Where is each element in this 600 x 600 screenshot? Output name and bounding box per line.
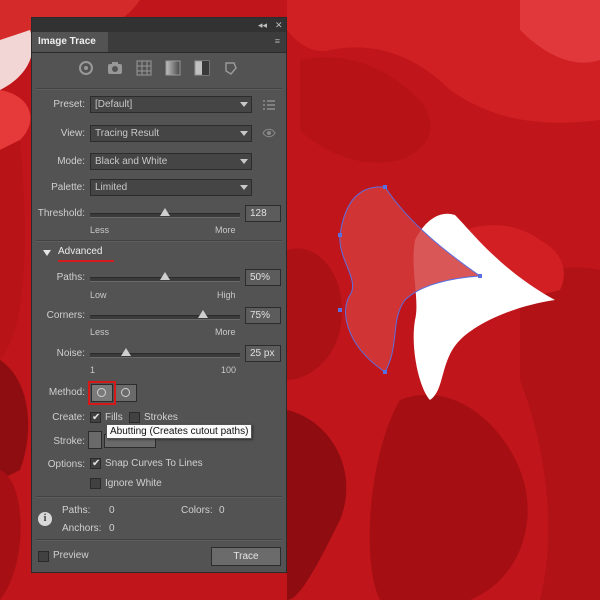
slider-thumb[interactable] — [160, 272, 170, 280]
grayscale-icon[interactable] — [165, 60, 181, 76]
create-label: Create: — [52, 412, 85, 423]
paths-value[interactable]: 50% — [245, 269, 281, 286]
method-tooltip: Abutting (Creates cutout paths) — [106, 424, 253, 439]
noise-value[interactable]: 25 px — [245, 345, 281, 362]
threshold-value[interactable]: 128 — [245, 205, 281, 222]
view-value: Tracing Result — [95, 128, 160, 139]
panel-menu-icon[interactable]: ≡ — [275, 36, 280, 46]
disclosure-triangle-icon[interactable] — [43, 250, 51, 256]
mode-dropdown[interactable]: Black and White — [90, 153, 252, 170]
stats-paths-label: Paths: — [62, 505, 91, 516]
fills-checkbox[interactable]: ✔ — [90, 412, 101, 423]
corners-min-label: Less — [90, 327, 110, 337]
overlapping-icon — [121, 388, 130, 397]
view-dropdown[interactable]: Tracing Result — [90, 125, 252, 142]
strokes-label: Strokes — [144, 412, 178, 423]
noise-max-label: 100 — [221, 365, 237, 375]
slider-thumb[interactable] — [160, 208, 170, 216]
threshold-max-label: More — [215, 225, 236, 235]
overlapping-method-button[interactable] — [115, 384, 137, 402]
noise-slider[interactable] — [90, 348, 240, 358]
method-highlight-box — [88, 381, 116, 405]
stats-anchors-label: Anchors: — [62, 523, 102, 534]
info-icon: i — [38, 512, 52, 526]
paths-max-label: High — [217, 290, 236, 300]
image-trace-panel: ◂◂ ✕ Image Trace ≡ Preset: [Default] Vie… — [31, 17, 287, 573]
palette-label: Palette: — [51, 182, 85, 193]
preview-checkbox[interactable] — [38, 551, 49, 562]
snap-curves-label: Snap Curves To Lines — [105, 458, 203, 469]
chevron-down-icon — [240, 159, 248, 164]
method-label: Method: — [48, 387, 85, 398]
collapse-icon[interactable]: ◂◂ — [258, 19, 267, 31]
slider-thumb[interactable] — [121, 348, 131, 356]
paths-slider[interactable] — [90, 272, 240, 282]
chevron-down-icon — [240, 185, 248, 190]
preset-label: Preset: — [53, 99, 85, 110]
chevron-down-icon — [240, 102, 248, 107]
corners-max-label: More — [215, 327, 236, 337]
trace-button[interactable]: Trace — [211, 547, 281, 566]
eye-icon[interactable] — [262, 128, 276, 138]
preset-value: [Default] — [95, 99, 133, 110]
panel-titlebar[interactable]: ◂◂ ✕ — [32, 18, 286, 32]
preset-dropdown[interactable]: [Default] — [90, 96, 252, 113]
highlight-underline — [58, 260, 114, 262]
ignore-white-checkbox[interactable] — [90, 478, 101, 489]
checkmark-icon: ✔ — [92, 412, 101, 423]
noise-min-label: 1 — [90, 365, 96, 375]
stroke-label: Stroke: — [53, 436, 85, 447]
strokes-checkbox[interactable] — [129, 412, 140, 423]
threshold-min-label: Less — [90, 225, 110, 235]
corners-slider[interactable] — [90, 310, 240, 320]
options-label: Options: — [47, 459, 85, 470]
view-label: View: — [60, 128, 85, 139]
preview-label: Preview — [53, 550, 89, 561]
threshold-label: Threshold: — [37, 208, 85, 219]
chevron-down-icon — [240, 131, 248, 136]
checkmark-icon: ✔ — [92, 458, 101, 469]
corners-label: Corners: — [46, 310, 85, 321]
outline-icon[interactable] — [223, 60, 239, 76]
paths-min-label: Low — [90, 290, 107, 300]
preset-manager-icon[interactable] — [263, 100, 275, 110]
stats-colors-label: Colors: — [181, 505, 213, 516]
divider — [36, 496, 282, 498]
divider — [36, 539, 282, 541]
snap-curves-checkbox[interactable]: ✔ — [90, 458, 101, 469]
fills-label: Fills — [105, 412, 123, 423]
corners-value[interactable]: 75% — [245, 307, 281, 324]
preset-icon-row — [78, 60, 239, 76]
tab-image-trace[interactable]: Image Trace — [32, 32, 108, 52]
stats-anchors-value: 0 — [109, 523, 115, 534]
stats-colors-value: 0 — [219, 505, 225, 516]
divider — [36, 88, 282, 90]
mode-label: Mode: — [57, 156, 85, 167]
slider-thumb[interactable] — [197, 310, 208, 318]
ignore-white-label: Ignore White — [105, 478, 162, 489]
noise-label: Noise: — [56, 348, 85, 359]
panel-tab-row: Image Trace ≡ — [32, 32, 286, 53]
low-color-icon[interactable] — [136, 60, 152, 76]
mode-value: Black and White — [95, 156, 168, 167]
black-and-white-icon[interactable] — [194, 60, 210, 76]
auto-color-icon[interactable] — [78, 60, 94, 76]
advanced-toggle[interactable]: Advanced — [58, 246, 102, 257]
palette-dropdown[interactable]: Limited — [90, 179, 252, 196]
palette-value: Limited — [95, 182, 128, 193]
stroke-stepper[interactable] — [88, 431, 102, 449]
threshold-slider[interactable] — [90, 208, 240, 218]
divider — [36, 240, 282, 242]
stats-paths-value: 0 — [109, 505, 115, 516]
close-icon[interactable]: ✕ — [275, 19, 283, 31]
high-color-icon[interactable] — [107, 60, 123, 76]
paths-label: Paths: — [56, 272, 85, 283]
